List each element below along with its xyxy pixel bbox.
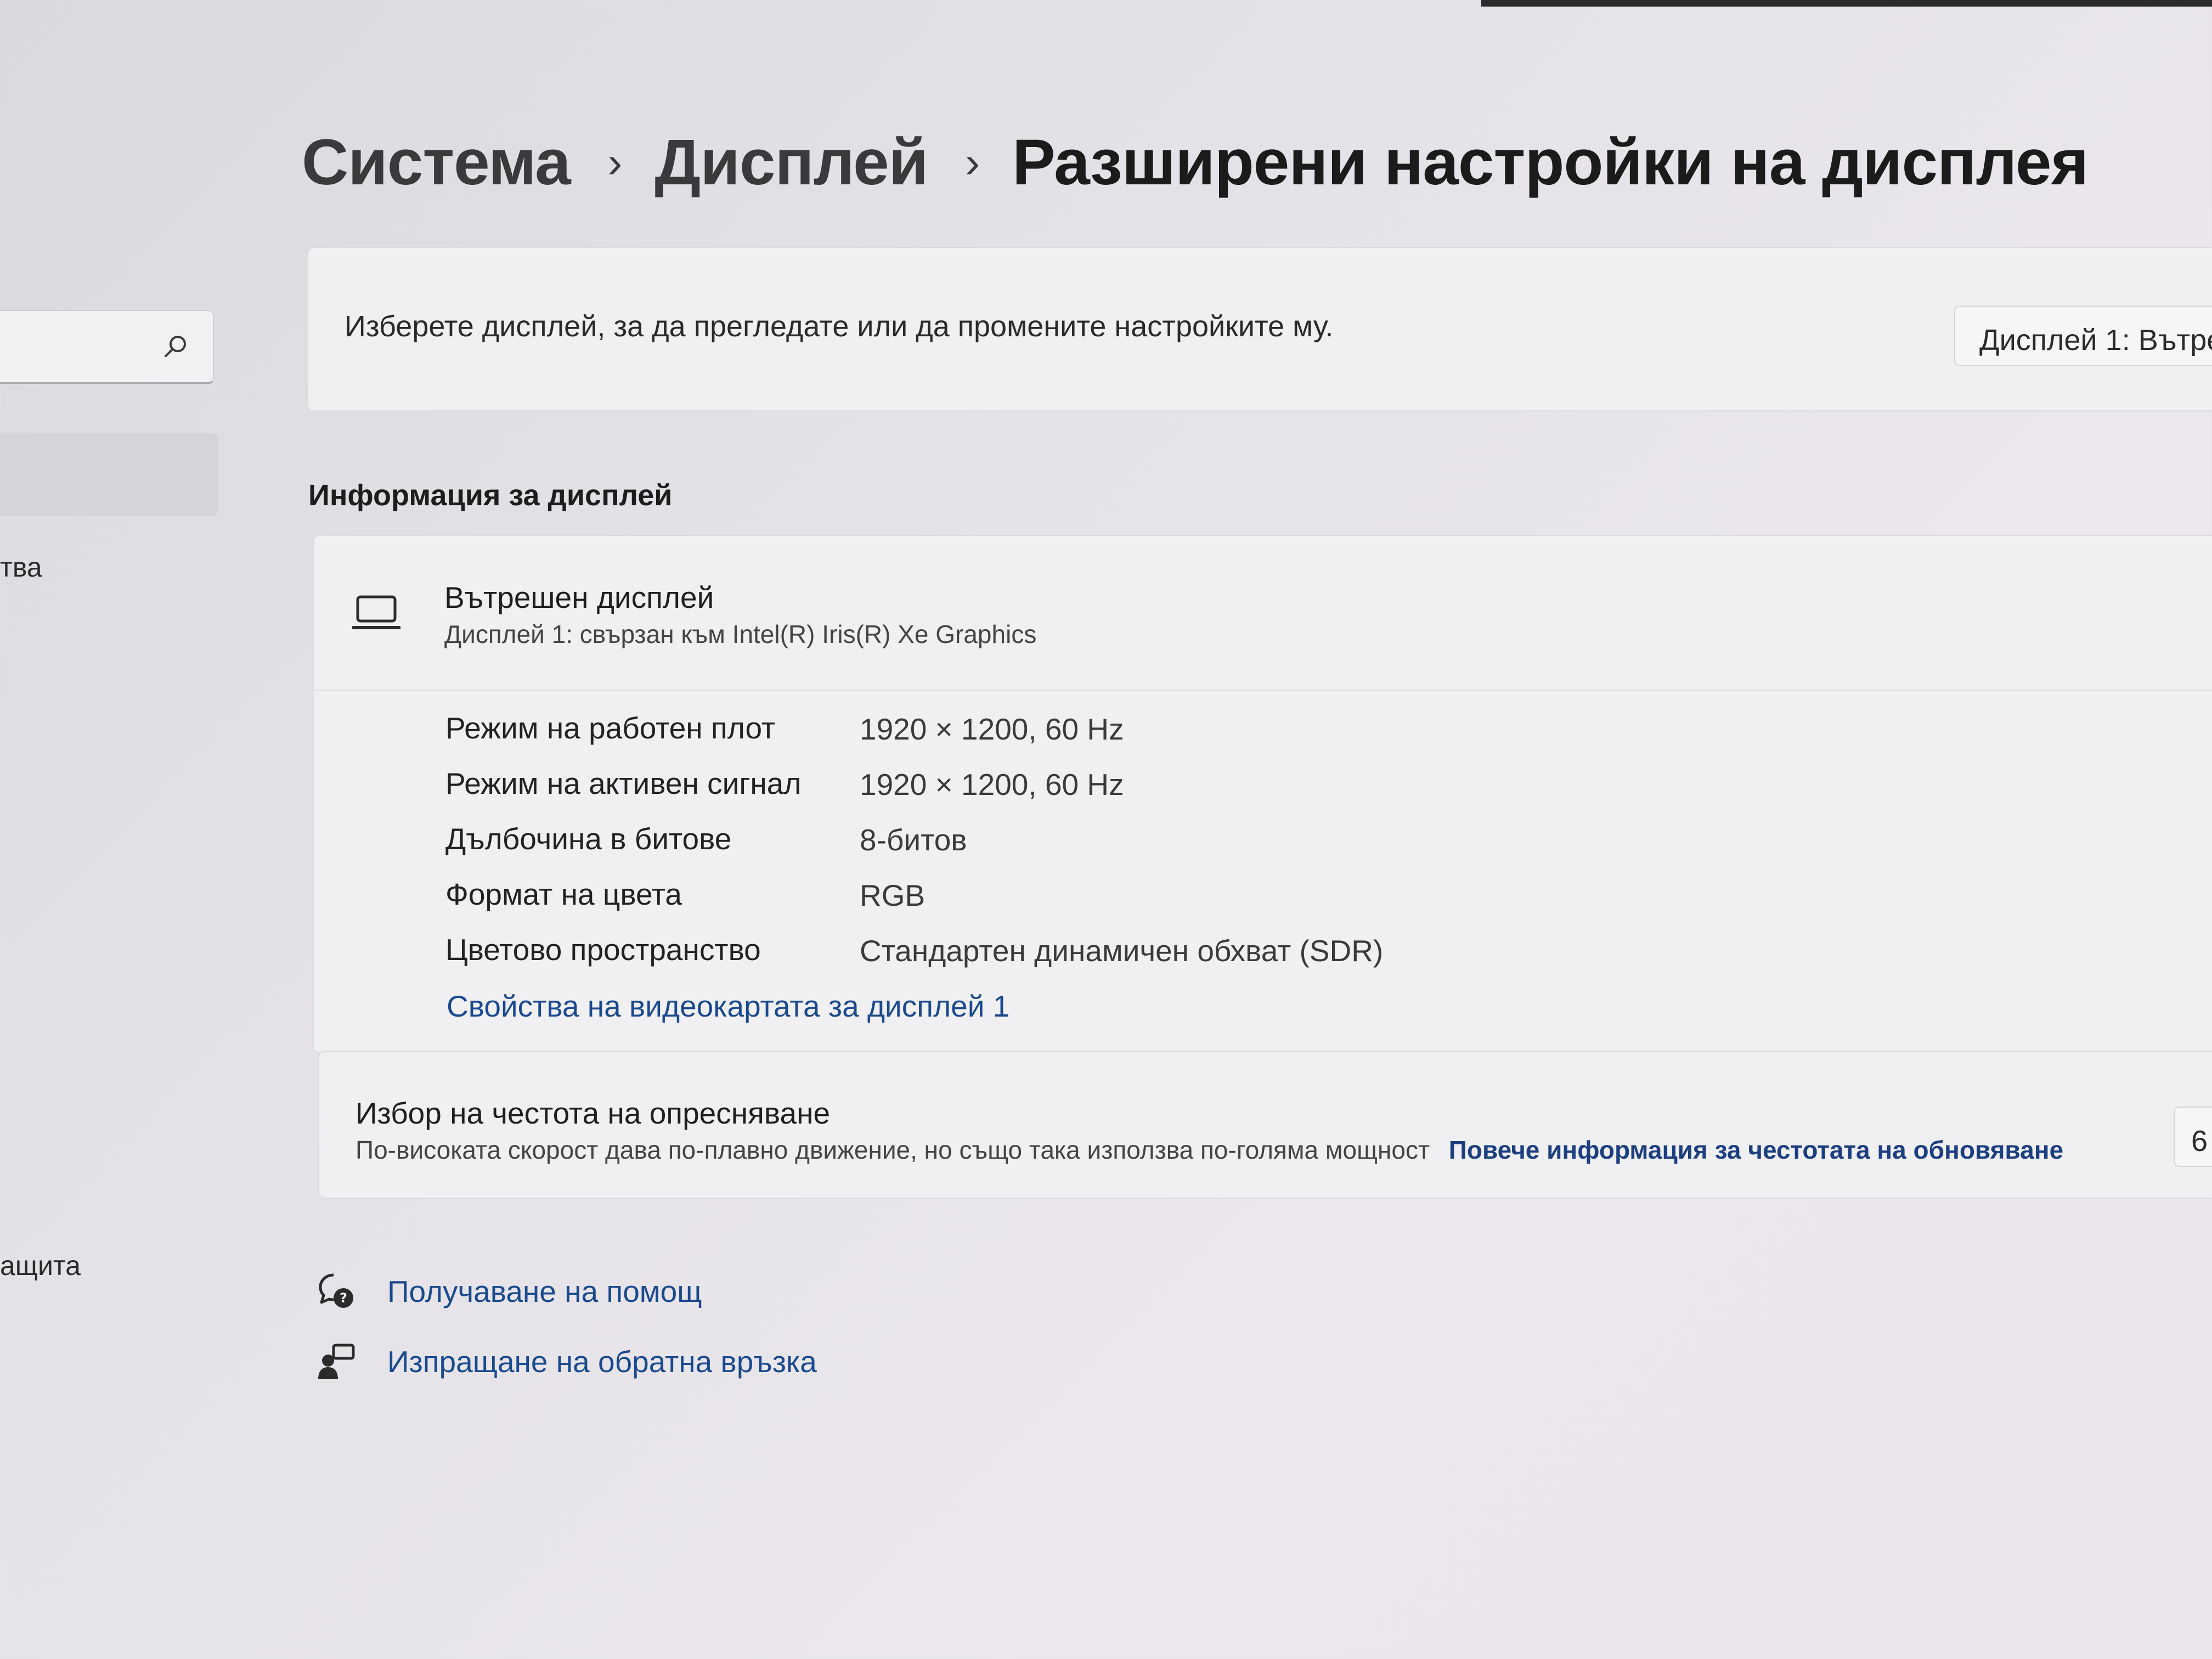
- refresh-rate-info-link[interactable]: Повече информация за честотата на обновя…: [1449, 1136, 2063, 1164]
- select-display-label: Изберете дисплей, за да прегледате или д…: [345, 310, 1334, 343]
- display-select-dropdown[interactable]: Дисплей 1: Вътре: [1954, 306, 2212, 366]
- property-label: Режим на активен сигнал: [445, 766, 802, 800]
- search-icon[interactable]: [162, 333, 189, 359]
- feedback-icon: [318, 1344, 355, 1379]
- help-icon: ?: [319, 1273, 353, 1308]
- refresh-rate-description: По-високата скорост дава по-плавно движе…: [356, 1135, 2063, 1165]
- sidebar: тва ащита: [0, 0, 230, 1659]
- laptop-icon: [352, 595, 400, 629]
- page-title: Разширени настройки на дисплея: [1012, 126, 2089, 199]
- refresh-rate-description-text: По-високата скорост дава по-плавно движе…: [356, 1136, 1430, 1164]
- property-value: 8-битов: [860, 823, 967, 857]
- breadcrumb-separator: ›: [965, 138, 980, 187]
- display-info-card: Вътрешен дисплей Дисплей 1: свързан към …: [313, 535, 2212, 1053]
- property-label: Формат на цвета: [445, 877, 682, 911]
- property-value: Стандартен динамичен обхват (SDR): [860, 934, 1384, 968]
- window-top-edge: [1481, 0, 2212, 7]
- svg-text:?: ?: [340, 1290, 347, 1306]
- send-feedback-link[interactable]: Изпращане на обратна връзка: [317, 1342, 817, 1381]
- get-help-link[interactable]: ? Получаване на помощ: [317, 1272, 702, 1311]
- breadcrumb-separator: ›: [607, 138, 623, 187]
- search-input[interactable]: [0, 310, 214, 384]
- display-info-heading: Информация за дисплей: [308, 479, 673, 512]
- sidebar-item-system-selected[interactable]: [0, 433, 218, 516]
- refresh-rate-title: Избор на честота на опресняване: [356, 1096, 831, 1130]
- display-name: Вътрешен дисплей: [444, 580, 714, 614]
- refresh-rate-dropdown[interactable]: 6: [2174, 1107, 2212, 1167]
- select-display-card: Изберете дисплей, за да прегледате или д…: [307, 247, 2212, 411]
- sidebar-item-devices[interactable]: тва: [0, 551, 42, 583]
- breadcrumb-item-display[interactable]: Дисплей: [654, 125, 928, 200]
- property-value: 1920 × 1200, 60 Hz: [860, 768, 1124, 802]
- property-label: Режим на работен плот: [445, 711, 776, 745]
- display-adapter-subtitle: Дисплей 1: свързан към Intel(R) Iris(R) …: [444, 620, 1037, 648]
- property-value: RGB: [860, 878, 926, 912]
- breadcrumb: Система › Дисплей › Разширени настройки …: [302, 125, 2089, 200]
- property-value: 1920 × 1200, 60 Hz: [860, 712, 1124, 746]
- adapter-properties-link[interactable]: Свойства на видеокартата за дисплей 1: [447, 989, 1009, 1024]
- refresh-rate-card: Избор на честота на опресняване По-висок…: [318, 1051, 2212, 1199]
- sidebar-item-privacy-security[interactable]: ащита: [0, 1250, 81, 1282]
- send-feedback-label[interactable]: Изпращане на обратна връзка: [387, 1344, 817, 1379]
- property-label: Дълбочина в битове: [445, 822, 732, 856]
- property-label: Цветово пространство: [445, 933, 761, 967]
- get-help-label[interactable]: Получаване на помощ: [387, 1274, 702, 1309]
- display-info-header: Вътрешен дисплей Дисплей 1: свързан към …: [314, 536, 2212, 691]
- breadcrumb-item-system[interactable]: Система: [302, 125, 571, 200]
